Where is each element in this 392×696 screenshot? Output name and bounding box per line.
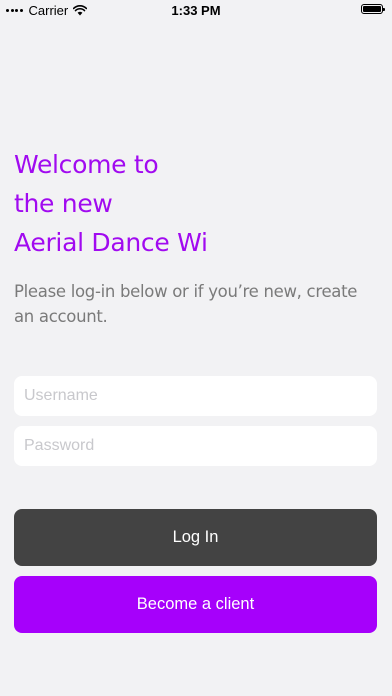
welcome-line-2: the new [14, 189, 113, 218]
battery-icon [361, 4, 385, 14]
login-button[interactable]: Log In [14, 509, 377, 566]
status-bar: Carrier 1:33 PM [0, 0, 392, 22]
status-bar-time: 1:33 PM [171, 3, 221, 18]
username-input[interactable] [14, 376, 377, 416]
login-instructions: Please log-in below or if you’re new, cr… [14, 282, 358, 326]
password-input[interactable] [14, 426, 377, 466]
welcome-line-3: Aerial Dance Wi [14, 228, 208, 257]
become-client-button[interactable]: Become a client [14, 576, 377, 633]
welcome-title: Welcome to the new Aerial Dance Wi [14, 145, 208, 262]
welcome-line-1: Welcome to [14, 150, 159, 179]
